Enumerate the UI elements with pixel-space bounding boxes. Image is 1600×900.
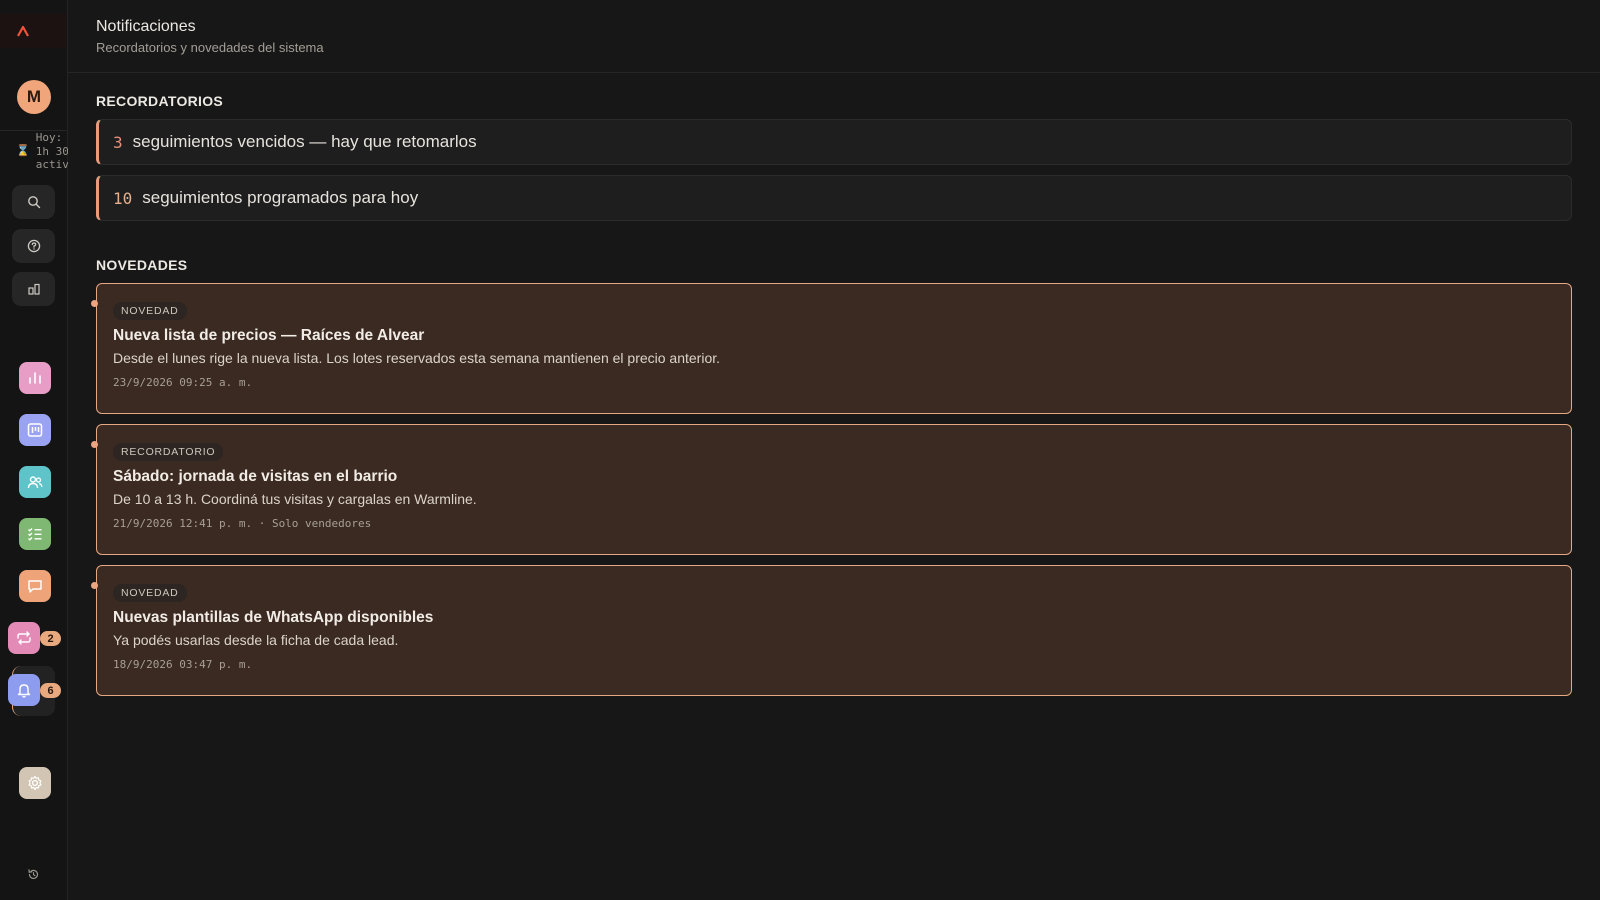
reminder-text: seguimientos vencidos — hay que retomarl…	[132, 132, 477, 151]
checklist-icon	[28, 528, 42, 541]
hourglass-icon: ⌛	[16, 145, 30, 157]
notifications-badge: 6	[40, 683, 61, 698]
nav-users[interactable]	[19, 466, 51, 498]
page-title: Notificaciones	[96, 18, 196, 35]
help-button[interactable]	[12, 229, 55, 263]
news-card[interactable]: NOVEDAD Nueva lista de precios — Raíces d…	[91, 283, 1572, 414]
users-icon	[27, 476, 43, 489]
unread-dot	[91, 582, 98, 589]
search-button[interactable]	[12, 185, 55, 219]
notifications-content: RECORDATORIOS 3 seguimientos vencidos — h…	[68, 93, 1600, 696]
reminder-text: seguimientos programados para hoy	[142, 188, 419, 207]
news-card[interactable]: RECORDATORIO Sábado: jornada de visitas e…	[91, 424, 1572, 555]
news-card[interactable]: NOVEDAD Nuevas plantillas de WhatsApp dis…	[91, 565, 1572, 696]
unread-dot	[91, 300, 98, 307]
nav-notifications[interactable]	[8, 674, 40, 706]
bell-icon	[17, 684, 31, 698]
reminders-list: 3 seguimientos vencidos — hay que retomar…	[96, 119, 1572, 221]
stats-icon	[29, 372, 41, 384]
unread-dot	[91, 441, 98, 448]
news-description: Desde el lunes rige la nueva lista. Los …	[113, 350, 721, 366]
news-list: NOVEDAD Nueva lista de precios — Raíces d…	[91, 283, 1572, 696]
nav-board[interactable]	[19, 414, 51, 446]
today-activity-text: Hoy: 1h 30 activ	[35, 131, 68, 171]
reminder-item[interactable]: 10 seguimientos programados para hoy	[96, 175, 1572, 221]
news-tag: NOVEDAD	[113, 302, 187, 320]
sync-badge: 2	[40, 631, 61, 646]
chat-icon	[28, 580, 42, 593]
sidebar: M ⌛ Hoy: 1h 30 activ 2 6	[0, 0, 68, 900]
reminder-count: 3	[113, 132, 123, 152]
reminder-count: 10	[113, 188, 133, 208]
page-subtitle: Recordatorios y novedades del sistema	[96, 40, 324, 55]
nav-stats[interactable]	[19, 362, 51, 394]
news-tag: NOVEDAD	[113, 584, 187, 602]
nav-sync[interactable]	[8, 622, 40, 654]
today-activity: ⌛ Hoy: 1h 30 activ	[16, 131, 68, 175]
main-content: Notificaciones Recordatorios y novedades…	[68, 0, 1600, 900]
kanban-icon	[27, 423, 43, 437]
news-title: Nuevas plantillas de WhatsApp disponible…	[113, 609, 434, 626]
reports-button[interactable]	[12, 272, 55, 306]
news-meta: 21/9/2026 12:41 p. m. · Solo vendedores	[113, 517, 372, 530]
gear-icon	[28, 775, 42, 791]
news-title: Nueva lista de precios — Raíces de Alvea…	[113, 327, 425, 344]
bar-chart-icon	[27, 283, 40, 295]
news-meta: 18/9/2026 03:47 p. m.	[113, 658, 253, 671]
news-section-title: NOVEDADES	[96, 257, 188, 273]
news-title: Sábado: jornada de visitas en el barrio	[113, 468, 398, 485]
app: M ⌛ Hoy: 1h 30 activ 2 6 Notificaciones …	[0, 0, 1600, 900]
help-icon	[27, 239, 40, 253]
logo[interactable]	[0, 14, 66, 48]
logo-icon	[17, 25, 29, 37]
avatar[interactable]: M	[17, 80, 51, 114]
nav-settings[interactable]	[19, 767, 51, 799]
nav-tasks[interactable]	[19, 518, 51, 550]
reminders-section-title: RECORDATORIOS	[96, 93, 224, 109]
history-icon	[28, 869, 39, 879]
news-tag: RECORDATORIO	[113, 443, 224, 461]
search-icon	[27, 196, 40, 209]
nav-chat[interactable]	[19, 570, 51, 602]
news-description: Ya podés usarlas desde la ficha de cada …	[113, 632, 399, 648]
reminder-item[interactable]: 3 seguimientos vencidos — hay que retomar…	[96, 119, 1572, 165]
repeat-icon	[17, 631, 31, 645]
news-description: De 10 a 13 h. Coordiná tus visitas y car…	[113, 491, 477, 507]
history-button[interactable]	[27, 868, 40, 886]
page-header: Notificaciones Recordatorios y novedades…	[68, 0, 1600, 73]
news-meta: 23/9/2026 09:25 a. m.	[113, 376, 253, 389]
